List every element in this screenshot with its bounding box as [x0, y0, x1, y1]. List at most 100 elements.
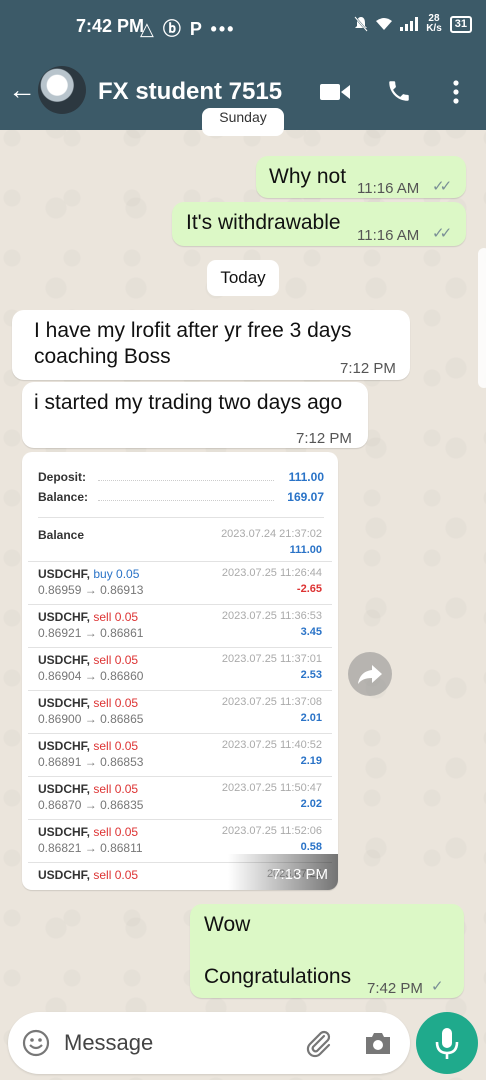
trade-symbol-name: USDCHF,: [38, 610, 91, 624]
trade-symbol: USDCHF, sell 0.05: [38, 653, 138, 667]
message-bubble-incoming[interactable]: i started my trading two days ago 7:12 P…: [22, 382, 368, 448]
trade-close-price: 0.86835: [100, 798, 144, 812]
trade-symbol-name: USDCHF,: [38, 567, 91, 581]
mute-icon: [354, 16, 368, 32]
mic-icon: [435, 1028, 459, 1059]
trade-history-image: Deposit: 111.00 Balance: 169.07 Balance …: [28, 458, 332, 884]
mic-button[interactable]: [416, 1012, 478, 1074]
delivered-tick-icon: ✓: [431, 978, 444, 995]
message-time: 7:12 PM: [296, 430, 352, 447]
scroll-indicator[interactable]: [478, 248, 486, 388]
message-time: 11:16 AM: [357, 180, 420, 197]
message-input[interactable]: [64, 1026, 294, 1060]
more-vert-icon[interactable]: [446, 78, 466, 106]
signal-icon: [400, 17, 419, 31]
trade-prices: 0.86959 → 0.86913: [38, 583, 144, 597]
trade-prices: 0.86900 → 0.86865: [38, 712, 144, 726]
trade-side: buy 0.05: [93, 567, 140, 581]
message-text-line1: Wow: [204, 913, 251, 936]
trade-close-price: 0.86861: [100, 626, 144, 640]
trade-close-price: 0.86853: [100, 755, 144, 769]
balance-row: Balance 2023.07.24 21:37:02 111.00: [28, 520, 332, 562]
summary-label: Deposit:: [38, 470, 86, 484]
summary-value: 111.00: [288, 470, 324, 484]
message-text: Why not: [269, 165, 347, 188]
trade-profit: -2.65: [296, 583, 322, 595]
status-time: 7:42 PM: [76, 16, 145, 36]
trade-prices: 0.86891 → 0.86853: [38, 755, 144, 769]
trade-open-price: 0.86959: [38, 583, 82, 597]
trade-prices: 0.86870 → 0.86835: [38, 798, 144, 812]
message-text: It's withdrawable: [186, 211, 341, 234]
trade-time: 2023.07.25 11:40:52: [221, 739, 322, 751]
paperclip-icon[interactable]: [304, 1028, 334, 1058]
contact-name[interactable]: FX student 7515: [98, 78, 282, 106]
trade-side: sell 0.05: [93, 610, 139, 624]
back-arrow-icon[interactable]: ←: [8, 76, 36, 104]
camera-icon[interactable]: [364, 1030, 392, 1056]
trade-prices: 0.86904 → 0.86860: [38, 669, 144, 683]
video-call-icon[interactable]: [320, 82, 350, 102]
summary-label: Balance:: [38, 490, 89, 504]
trade-row: USDCHF, buy 0.05 0.86959 → 0.86913 2023.07…: [28, 562, 332, 605]
trade-side: sell 0.05: [93, 868, 139, 882]
emoji-icon[interactable]: [22, 1029, 50, 1057]
battery-icon: 31: [449, 15, 472, 33]
trade-profit: 2.01: [300, 712, 322, 724]
forward-icon: [358, 665, 382, 684]
image-message-trade-history[interactable]: Deposit: 111.00 Balance: 169.07 Balance …: [22, 452, 338, 890]
trade-row: USDCHF, sell 0.05 0.86870 → 0.86835 2023.0…: [28, 777, 332, 820]
trade-symbol-name: USDCHF,: [38, 739, 91, 753]
trade-side: sell 0.05: [93, 782, 139, 796]
trade-time: 2023.07.25 11:37:08: [221, 696, 322, 708]
trade-symbol-name: USDCHF,: [38, 696, 91, 710]
message-bubble-outgoing[interactable]: Why not 11:16 AM ✓✓: [256, 156, 466, 198]
trade-close-price: 0.86865: [100, 712, 144, 726]
image-time: 7:13 PM: [228, 854, 338, 890]
trade-symbol: USDCHF, sell 0.05: [38, 825, 138, 839]
trade-open-price: 0.86921: [38, 626, 82, 640]
trade-open-price: 0.86891: [38, 755, 82, 769]
trade-close-price: 0.86811: [100, 841, 143, 855]
trade-profit: 0.58: [300, 841, 322, 853]
trade-close-price: 0.86913: [100, 583, 144, 597]
message-bubble-outgoing[interactable]: It's withdrawable 11:16 AM ✓✓: [172, 202, 466, 246]
trade-side: sell 0.05: [93, 696, 139, 710]
trade-row: USDCHF, sell 0.05 0.86921 → 0.86861 2023.0…: [28, 605, 332, 648]
message-bubble-outgoing[interactable]: Wow Congratulations 7:42 PM ✓: [190, 904, 464, 998]
dotted-leader: [98, 480, 274, 481]
message-text: i started my trading two days ago: [34, 391, 343, 414]
summary-row-balance: Balance: 169.07: [38, 490, 324, 518]
trade-symbol: USDCHF, sell 0.05: [38, 782, 138, 796]
trade-row: USDCHF, sell 0.05 0.86904 → 0.86860 2023.0…: [28, 648, 332, 691]
trade-symbol-name: USDCHF,: [38, 653, 91, 667]
trade-side: sell 0.05: [93, 653, 139, 667]
forward-button[interactable]: [348, 652, 392, 696]
trade-time: 2023.07.25 11:26:44: [221, 567, 322, 579]
trade-symbol: USDCHF, sell 0.05: [38, 610, 138, 624]
summary-value: 169.07: [287, 490, 324, 504]
trade-symbol: USDCHF, sell 0.05: [38, 868, 138, 882]
trade-time: 2023.07.25 11:52:06: [221, 825, 322, 837]
phone-icon[interactable]: [386, 78, 412, 104]
wifi-icon: [376, 18, 393, 30]
trade-side: sell 0.05: [93, 825, 139, 839]
trade-symbol: USDCHF, sell 0.05: [38, 696, 138, 710]
trade-row: USDCHF, sell 0.05 0.86891 → 0.86853 2023.0…: [28, 734, 332, 777]
trade-profit: 2.02: [300, 798, 322, 810]
balance-value: 111.00: [289, 544, 322, 556]
balance-time: 2023.07.24 21:37:02: [221, 528, 322, 540]
trade-prices: 0.86821 → 0.86811: [38, 841, 143, 855]
trade-side: sell 0.05: [93, 739, 139, 753]
trade-symbol: USDCHF, buy 0.05: [38, 567, 139, 581]
status-right-icons: 28 K/s 31: [354, 14, 472, 34]
trade-row: USDCHF, sell 0.05 0.86900 → 0.86865 2023.0…: [28, 691, 332, 734]
message-time: 11:16 AM: [357, 227, 420, 244]
trade-open-price: 0.86904: [38, 669, 82, 683]
message-bubble-incoming[interactable]: I have my lrofit after yr free 3 days co…: [12, 310, 410, 380]
date-chip-today: Today: [207, 260, 279, 296]
balance-label: Balance: [38, 528, 85, 542]
trade-profit: 2.53: [300, 669, 322, 681]
trade-open-price: 0.86870: [38, 798, 82, 812]
contact-avatar[interactable]: [38, 66, 86, 114]
